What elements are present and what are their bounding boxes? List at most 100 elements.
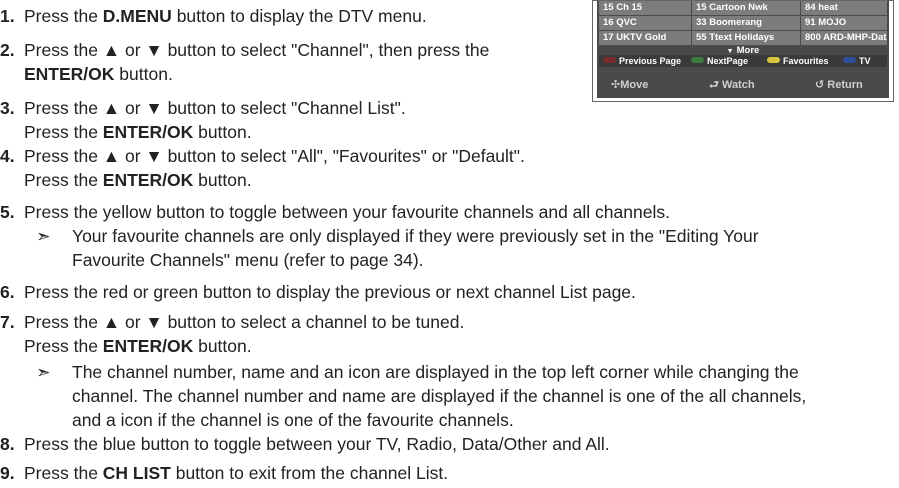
next-page-key[interactable]: NextPage xyxy=(691,55,748,67)
step-text: Press the D.MENU button to display the D… xyxy=(24,4,427,28)
return-icon: ↺ xyxy=(815,79,825,91)
text: button to exit from the channel List. xyxy=(170,463,449,483)
return-label: Return xyxy=(827,79,863,91)
text: Press the ▲ or ▼ button to select a chan… xyxy=(24,312,465,332)
step-text: Press the ▲ or ▼ button to select a chan… xyxy=(24,310,464,358)
step-line: Press the CH LIST button to exit from th… xyxy=(24,461,448,485)
next-page-label: NextPage xyxy=(707,56,749,66)
step-text: Press the yellow button to toggle betwee… xyxy=(24,200,670,224)
move-label: Move xyxy=(620,79,649,91)
move-icon: ✣ xyxy=(611,79,621,91)
channel-cell[interactable]: 800 ARD-MHP-Data xyxy=(801,31,887,45)
channel-row: 16 QVC 33 Boomerang 91 MOJO xyxy=(599,16,887,30)
step-line: Press the ENTER/OK button. xyxy=(24,334,464,358)
channel-cell[interactable]: 91 MOJO xyxy=(801,16,887,30)
step-number: 4. xyxy=(0,146,15,166)
channel-cell[interactable]: 55 Ttext Holidays xyxy=(692,31,800,45)
return-hint: ↺ Return xyxy=(815,77,863,93)
yellow-button-icon xyxy=(767,57,780,63)
step-number: 2. xyxy=(0,40,15,60)
step-line: Press the ENTER/OK button. xyxy=(24,120,406,144)
text: button. xyxy=(193,170,252,190)
green-button-icon xyxy=(691,57,704,63)
note-text: Your favourite channels are only display… xyxy=(72,224,759,272)
text: Press the ▲ or ▼ button to select "All",… xyxy=(24,146,525,166)
channel-row: 15 Ch 15 15 Cartoon Nwk 84 heat xyxy=(599,1,887,15)
text: button. xyxy=(193,122,252,142)
step-line: Press the red or green button to display… xyxy=(24,280,636,304)
step-line: Press the ▲ or ▼ button to select "Chann… xyxy=(24,96,406,120)
button-name: ENTER/OK xyxy=(102,336,194,356)
step-number: 7. xyxy=(0,312,15,332)
note-arrow-icon: ➣ xyxy=(36,226,51,246)
channel-list-screenshot: 15 Ch 15 15 Cartoon Nwk 84 heat 16 QVC 3… xyxy=(592,0,894,102)
step-text: Press the ▲ or ▼ button to select "Chann… xyxy=(24,38,489,86)
step-line: Press the blue button to toggle between … xyxy=(24,432,610,456)
text: Press the red or green button to display… xyxy=(24,282,636,302)
step-number: 6. xyxy=(0,282,15,302)
channel-cell[interactable]: 33 Boomerang xyxy=(692,16,800,30)
text: Press the yellow button to toggle betwee… xyxy=(24,202,670,222)
note-line: channel. The channel number and name are… xyxy=(72,386,807,406)
button-name: D.MENU xyxy=(102,6,172,26)
watch-label: Watch xyxy=(721,79,755,91)
step-line: Press the ▲ or ▼ button to select "All",… xyxy=(24,144,525,168)
blue-button-icon xyxy=(843,57,856,63)
step-text: Press the CH LIST button to exit from th… xyxy=(24,461,448,485)
step-number: 3. xyxy=(0,98,15,118)
step-line: Press the ENTER/OK button. xyxy=(24,168,525,192)
text: Press the ▲ or ▼ button to select "Chann… xyxy=(24,98,406,118)
note-line: The channel number, name and an icon are… xyxy=(72,362,799,382)
button-name: ENTER/OK xyxy=(102,170,194,190)
step-number: 9. xyxy=(0,463,15,483)
enter-icon: ⮐ xyxy=(709,79,719,91)
text: button to display the DTV menu. xyxy=(171,6,427,26)
previous-page-label: Previous Page xyxy=(619,56,682,66)
note-line: Favourite Channels" menu (refer to page … xyxy=(72,250,424,270)
text: button. xyxy=(193,336,252,356)
channel-cell[interactable]: 15 Ch 15 xyxy=(599,1,691,15)
channel-cell[interactable]: 15 Cartoon Nwk xyxy=(692,1,800,15)
channel-cell[interactable]: 16 QVC xyxy=(599,16,691,30)
text: Press the xyxy=(24,463,103,483)
channel-grid: 15 Ch 15 15 Cartoon Nwk 84 heat 16 QVC 3… xyxy=(599,1,887,46)
text: Press the xyxy=(24,6,103,26)
text: button. xyxy=(114,64,173,84)
favourites-key[interactable]: Favourites xyxy=(767,55,829,67)
text: Press the xyxy=(24,170,103,190)
watch-hint: ⮐ Watch xyxy=(709,77,755,93)
button-name: ENTER/OK xyxy=(102,122,194,142)
chevron-down-icon: ▼ xyxy=(726,48,734,55)
step-line: Press the yellow button to toggle betwee… xyxy=(24,200,670,224)
step-text: Press the ▲ or ▼ button to select "All",… xyxy=(24,144,525,192)
button-name: ENTER/OK xyxy=(24,64,115,84)
manual-page: 15 Ch 15 15 Cartoon Nwk 84 heat 16 QVC 3… xyxy=(0,0,899,488)
note-line: Your favourite channels are only display… xyxy=(72,226,759,246)
note-line: and a icon if the channel is one of the … xyxy=(72,410,514,430)
step-line: Press the ▲ or ▼ button to select "Chann… xyxy=(24,38,489,62)
move-hint: ✣Move xyxy=(611,77,648,93)
step-line: Press the ▲ or ▼ button to select a chan… xyxy=(24,310,464,334)
osd-nav-bar: ✣Move ⮐ Watch ↺ Return xyxy=(597,77,889,93)
text: Press the xyxy=(24,336,103,356)
tv-key[interactable]: TV xyxy=(843,55,871,67)
red-button-icon xyxy=(603,57,616,63)
step-number: 5. xyxy=(0,202,15,222)
step-text: Press the ▲ or ▼ button to select "Chann… xyxy=(24,96,406,144)
step-number: 8. xyxy=(0,434,15,454)
favourites-label: Favourites xyxy=(783,56,829,66)
channel-cell[interactable]: 84 heat xyxy=(801,1,887,15)
color-key-bar: Previous Page NextPage Favourites TV xyxy=(599,55,887,67)
step-number: 1. xyxy=(0,6,15,26)
note-text: The channel number, name and an icon are… xyxy=(72,360,806,432)
text: Press the blue button to toggle between … xyxy=(24,434,610,454)
osd-panel: 15 Ch 15 15 Cartoon Nwk 84 heat 16 QVC 3… xyxy=(597,1,889,98)
text: Press the ▲ or ▼ button to select "Chann… xyxy=(24,40,490,60)
previous-page-key[interactable]: Previous Page xyxy=(603,55,681,67)
step-line: ENTER/OK button. xyxy=(24,62,489,86)
text: Press the xyxy=(24,122,103,142)
channel-cell[interactable]: 17 UKTV Gold xyxy=(599,31,691,45)
step-text: Press the blue button to toggle between … xyxy=(24,432,610,456)
channel-row: 17 UKTV Gold 55 Ttext Holidays 800 ARD-M… xyxy=(599,31,887,45)
tv-label: TV xyxy=(859,56,871,66)
